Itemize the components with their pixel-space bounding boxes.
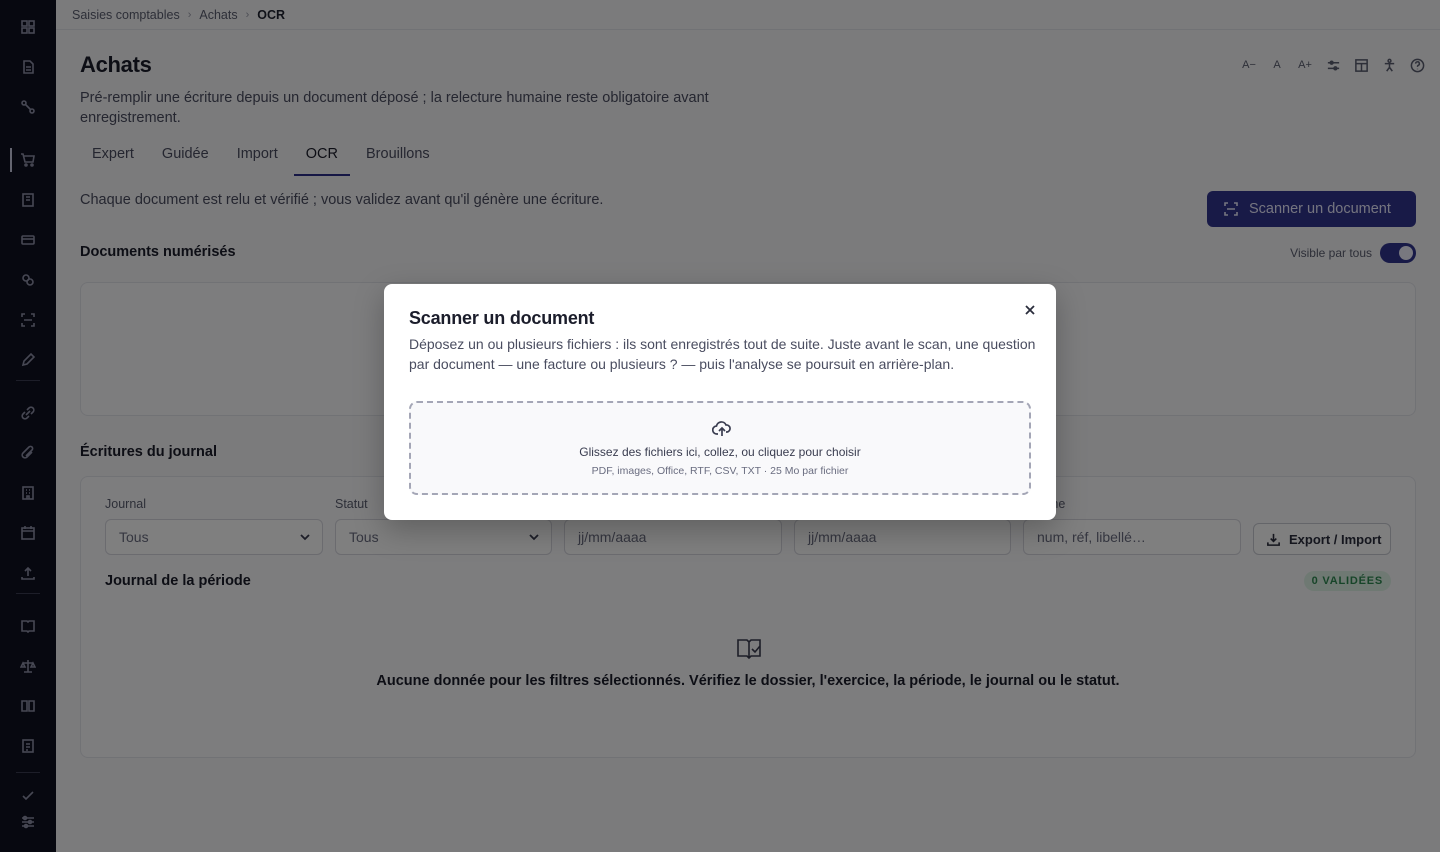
close-button[interactable]	[1020, 300, 1040, 320]
scan-document-modal: Scanner un document Déposez un ou plusie…	[384, 284, 1056, 520]
modal-description: Déposez un ou plusieurs fichiers : ils s…	[409, 336, 1036, 372]
modal-title: Scanner un document	[409, 308, 595, 328]
cloud-upload-icon	[711, 419, 732, 439]
file-dropzone[interactable]: Glissez des fichiers ici, collez, ou cli…	[409, 401, 1031, 495]
dropzone-main-text: Glissez des fichiers ici, collez, ou cli…	[579, 445, 861, 459]
close-icon	[1025, 305, 1035, 315]
dropzone-accepted-formats: PDF, images, Office, RTF, CSV, TXT · 25 …	[591, 465, 849, 477]
